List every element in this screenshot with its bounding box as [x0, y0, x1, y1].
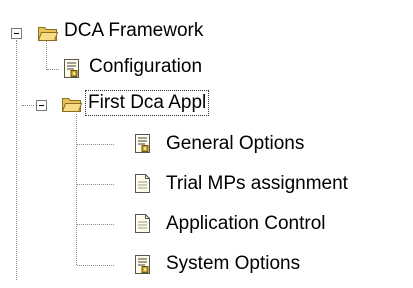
- collapse-toggle-app[interactable]: [36, 100, 47, 111]
- tree-node-application-control[interactable]: Application Control: [164, 212, 327, 236]
- tree-node-first-dca-appl[interactable]: First Dca Appl: [84, 90, 210, 116]
- tree-connector: [77, 144, 114, 145]
- tree-connector: [77, 224, 114, 225]
- settings-document-icon: [61, 58, 83, 80]
- tree-node-configuration[interactable]: Configuration: [87, 55, 204, 79]
- tree-connector: [77, 184, 114, 185]
- tree-connector: [16, 40, 17, 280]
- tree-node-dca-framework[interactable]: DCA Framework: [62, 19, 205, 43]
- tree-connector: [22, 105, 34, 106]
- tree-connector: [76, 114, 77, 265]
- tree-node-trial-mps-assignment[interactable]: Trial MPs assignment: [164, 172, 350, 196]
- tree-connector: [77, 265, 114, 266]
- folder-open-icon: [61, 93, 83, 115]
- folder-open-icon: [37, 22, 59, 44]
- tree-node-general-options[interactable]: General Options: [164, 132, 306, 156]
- document-icon: [132, 213, 154, 235]
- tree-connector: [47, 69, 59, 70]
- settings-document-icon: [132, 133, 154, 155]
- tree-node-system-options[interactable]: System Options: [164, 252, 302, 276]
- document-icon: [132, 173, 154, 195]
- tree-view: DCA Framework Configuration First Dca Ap…: [0, 0, 413, 288]
- settings-document-icon: [132, 254, 154, 276]
- tree-connector: [46, 40, 47, 70]
- collapse-toggle-root[interactable]: [11, 28, 22, 39]
